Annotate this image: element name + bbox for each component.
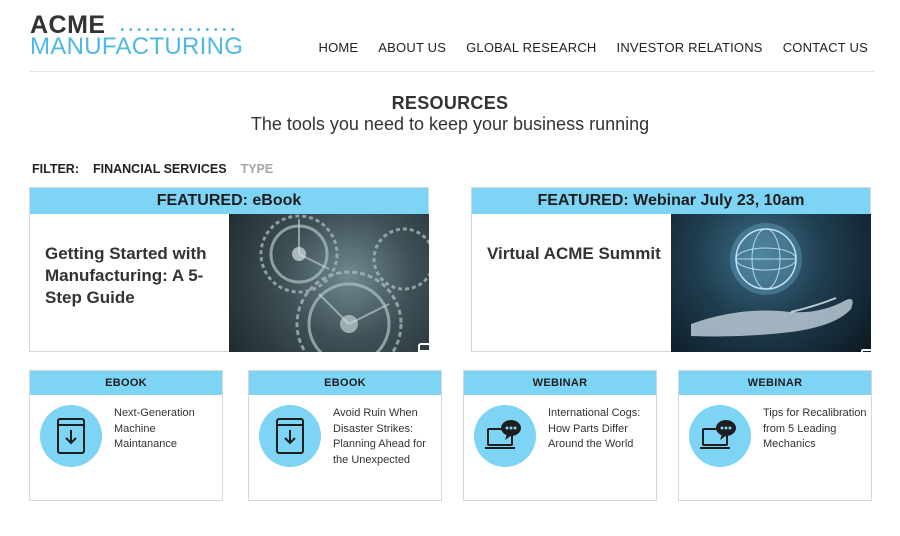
acme-logo[interactable]: ACME MANUFACTURING	[30, 12, 244, 60]
card-type-label: WEBINAR	[679, 371, 871, 395]
featured-card-ebook[interactable]: FEATURED: eBook Getting Started with Man…	[29, 187, 429, 352]
nav-investor-relations[interactable]: INVESTOR RELATIONS	[617, 40, 763, 55]
nav-about-us[interactable]: ABOUT US	[378, 40, 446, 55]
filter-financial-services[interactable]: FINANCIAL SERVICES	[93, 162, 227, 176]
card-title[interactable]: International Cogs: How Parts Differ Aro…	[548, 406, 654, 453]
resource-card[interactable]: EBOOK Next-Generation Machine Maintananc…	[29, 370, 223, 501]
card-title[interactable]: Avoid Ruin When Disaster Strikes: Planni…	[333, 406, 439, 468]
globe-hand-image[interactable]	[671, 214, 871, 352]
nav-global-research[interactable]: GLOBAL RESEARCH	[466, 40, 596, 55]
page-subtitle: The tools you need to keep your business…	[250, 114, 650, 134]
card-type-label: EBOOK	[30, 371, 222, 395]
gears-image[interactable]	[229, 214, 429, 352]
webinar-chat-icon	[689, 405, 751, 467]
gears-illustration	[259, 214, 429, 352]
main-nav: HOME ABOUT US GLOBAL RESEARCH INVESTOR R…	[298, 40, 868, 55]
filter-bar: FILTER: FINANCIAL SERVICES TYPE	[32, 162, 287, 176]
featured-title[interactable]: Getting Started with Manufacturing: A 5-…	[45, 243, 235, 309]
resource-card[interactable]: WEBINAR Tips for Recalibration from 5 Le…	[678, 370, 872, 501]
globe-illustration	[691, 223, 853, 337]
webinar-chat-icon	[474, 405, 536, 467]
featured-title[interactable]: Virtual ACME Summit	[487, 243, 677, 265]
featured-band: FEATURED: Webinar July 23, 10am	[472, 188, 870, 214]
card-type-label: WEBINAR	[464, 371, 656, 395]
ebook-download-icon	[40, 405, 102, 467]
card-type-label: EBOOK	[249, 371, 441, 395]
featured-band: FEATURED: eBook	[30, 188, 428, 214]
ebook-download-icon	[259, 405, 321, 467]
nav-contact-us[interactable]: CONTACT US	[783, 40, 868, 55]
card-title[interactable]: Tips for Recalibration from 5 Leading Me…	[763, 406, 869, 453]
logo-wordmark-manufacturing: MANUFACTURING	[30, 33, 244, 60]
logo-dotted-line	[118, 28, 236, 31]
resource-card[interactable]: EBOOK Avoid Ruin When Disaster Strikes: …	[248, 370, 442, 501]
card-title[interactable]: Next-Generation Machine Maintanance	[114, 406, 220, 453]
nav-home[interactable]: HOME	[318, 40, 358, 55]
featured-card-webinar[interactable]: FEATURED: Webinar July 23, 10am Virtual …	[471, 187, 871, 352]
header-divider	[30, 71, 874, 72]
page-title: RESOURCES	[391, 93, 509, 113]
filter-label: FILTER:	[32, 162, 79, 176]
resource-card[interactable]: WEBINAR International Cogs: How Parts Di…	[463, 370, 657, 501]
filter-type[interactable]: TYPE	[241, 162, 274, 176]
